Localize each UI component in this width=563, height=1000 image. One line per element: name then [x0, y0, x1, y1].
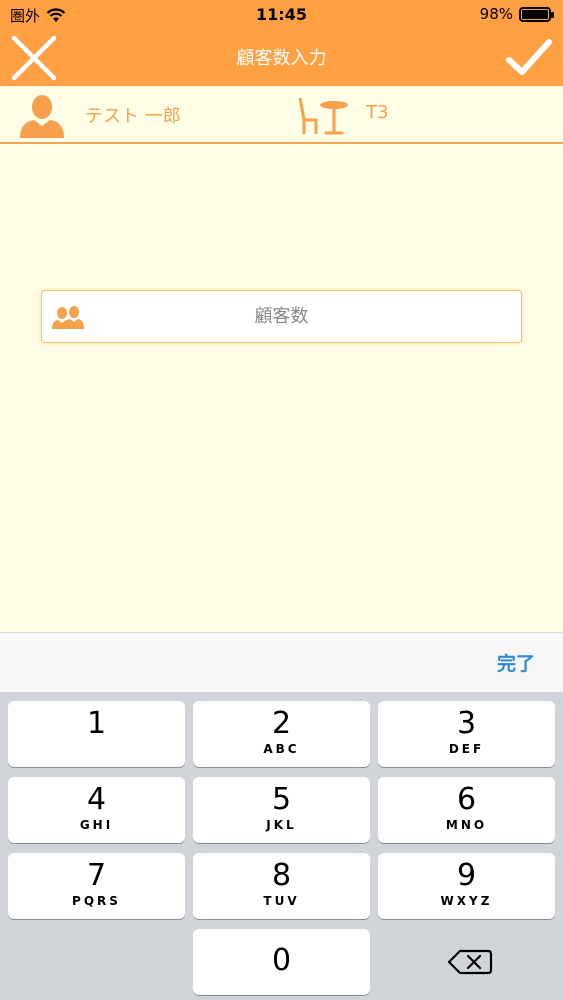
user-icon: [20, 95, 64, 138]
key-number: 2: [271, 706, 292, 741]
key-number: 9: [456, 858, 477, 893]
battery-icon: [519, 6, 554, 22]
nav-bar: 顧客数入力: [0, 30, 563, 86]
table-icon: [298, 97, 348, 135]
numeric-keypad: 1 2 ABC 3 DEF 4 GHI 5 JKL 6 MNO 7 PQRS 8…: [0, 692, 563, 1000]
key-letters: MNO: [445, 818, 488, 832]
key-7[interactable]: 7 PQRS: [8, 853, 185, 919]
key-number: 8: [271, 858, 292, 893]
key-6[interactable]: 6 MNO: [378, 777, 555, 843]
status-right: 98%: [479, 5, 554, 23]
backspace-icon[interactable]: [446, 947, 494, 977]
key-number: 1: [86, 706, 107, 741]
page-title: 顧客数入力: [236, 48, 327, 69]
key-4[interactable]: 4 GHI: [8, 777, 185, 843]
key-9[interactable]: 9 WXYZ: [378, 853, 555, 919]
key-3[interactable]: 3 DEF: [378, 701, 555, 767]
key-letters: TUV: [263, 894, 300, 908]
keyboard-accessory-bar: 完了: [0, 632, 563, 692]
customers-icon: [52, 306, 84, 329]
key-number: 7: [86, 858, 107, 893]
key-number: 6: [456, 782, 477, 817]
battery-fill: [522, 9, 548, 19]
order-info-bar: テスト 一郎 T3: [0, 86, 563, 144]
status-bar: 圏外 11:45 98%: [0, 0, 563, 30]
key-letters: JKL: [266, 818, 297, 832]
key-number: 0: [271, 943, 292, 978]
customer-count-input[interactable]: [82, 291, 481, 342]
key-letters: PQRS: [72, 894, 121, 908]
key-letters: DEF: [448, 742, 485, 756]
key-number: 4: [86, 782, 107, 817]
battery-percent: 98%: [479, 5, 513, 23]
keyboard-done-button[interactable]: 完了: [497, 649, 535, 676]
key-letters: GHI: [79, 818, 114, 832]
key-8[interactable]: 8 TUV: [193, 853, 370, 919]
staff-name: テスト 一郎: [85, 106, 181, 127]
key-5[interactable]: 5 JKL: [193, 777, 370, 843]
key-2[interactable]: 2 ABC: [193, 701, 370, 767]
key-number: 5: [271, 782, 292, 817]
status-time: 11:45: [256, 5, 307, 24]
table-name: T3: [366, 102, 389, 123]
customer-count-field[interactable]: [41, 290, 522, 343]
checkmark-icon[interactable]: [505, 34, 553, 82]
key-number: 3: [456, 706, 477, 741]
key-letters: WXYZ: [440, 894, 493, 908]
key-0[interactable]: 0: [193, 929, 370, 995]
key-1[interactable]: 1: [8, 701, 185, 767]
key-letters: ABC: [263, 742, 300, 756]
